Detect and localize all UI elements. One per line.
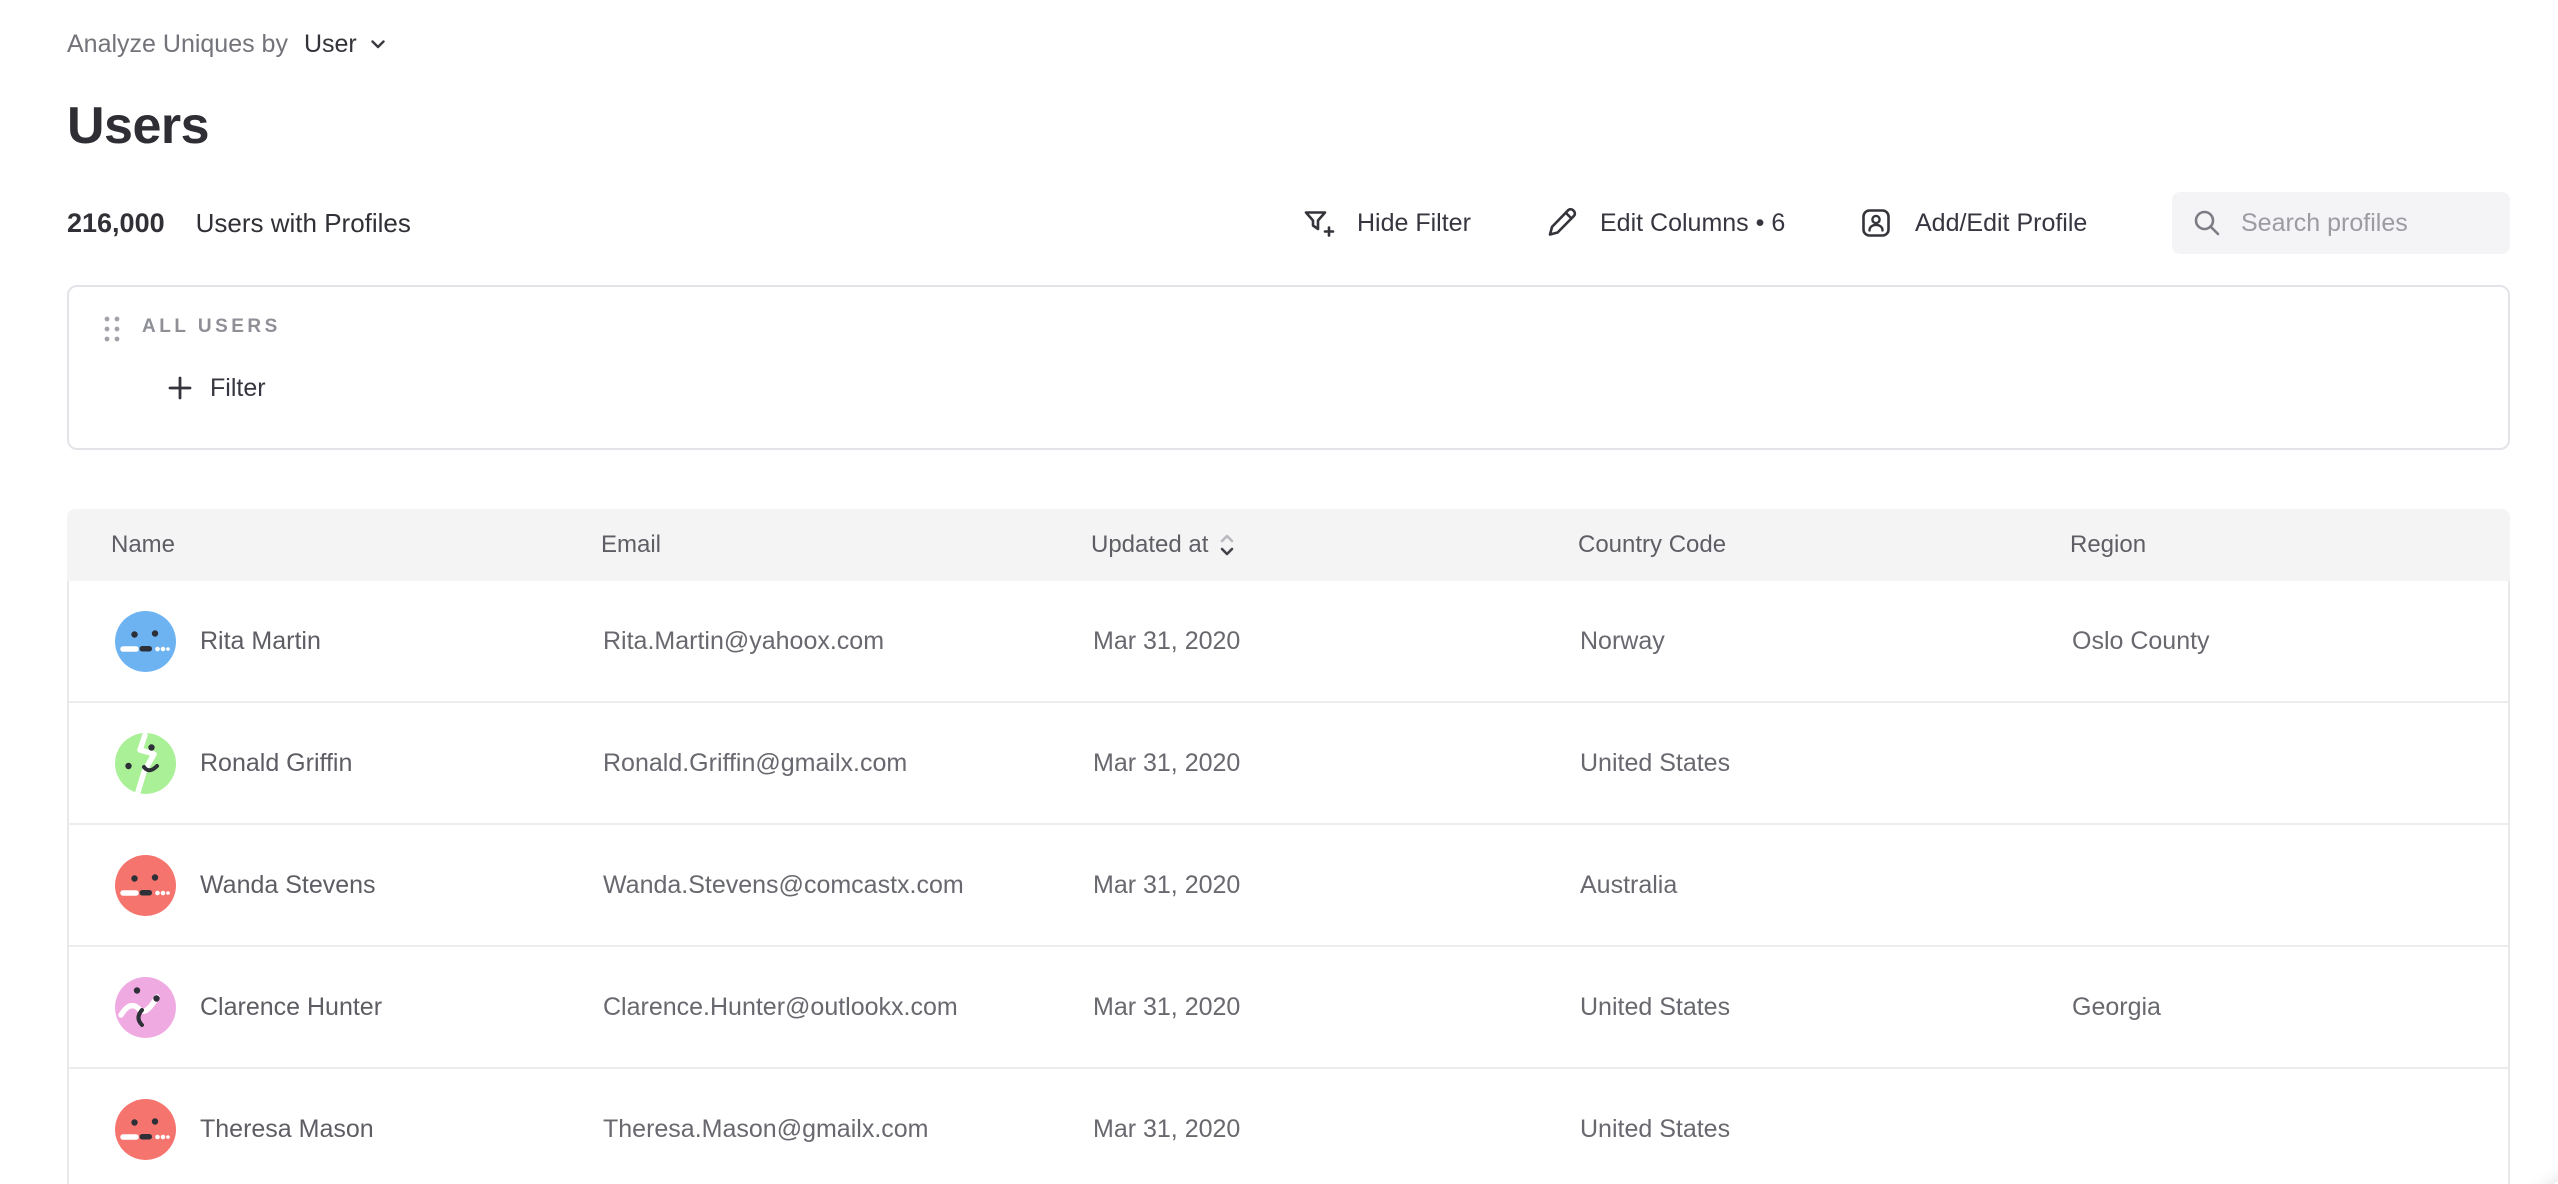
user-updated-at: Mar 31, 2020 bbox=[1049, 749, 1536, 778]
edit-columns-label: Edit Columns • 6 bbox=[1600, 209, 1785, 238]
add-filter-button[interactable]: Filter bbox=[165, 373, 266, 403]
avatar bbox=[115, 855, 176, 916]
add-edit-profile-label: Add/Edit Profile bbox=[1915, 209, 2087, 238]
analyze-by-dropdown[interactable]: User bbox=[304, 30, 389, 58]
magnifier-icon bbox=[2190, 206, 2224, 240]
hide-filter-label: Hide Filter bbox=[1357, 209, 1471, 238]
user-country: United States bbox=[1536, 749, 2028, 778]
hide-filter-button[interactable]: Hide Filter bbox=[1300, 192, 1471, 254]
user-email: Theresa.Mason@gmailx.com bbox=[559, 1115, 1049, 1144]
user-name: Rita Martin bbox=[200, 627, 321, 656]
sort-chevrons-icon bbox=[1218, 532, 1236, 558]
all-users-group-label: ALL USERS bbox=[142, 316, 281, 338]
user-updated-at: Mar 31, 2020 bbox=[1049, 627, 1536, 656]
analyze-uniques-label: Analyze Uniques by bbox=[67, 30, 288, 58]
filter-panel: ALL USERS Filter bbox=[67, 285, 2510, 450]
user-email: Ronald.Griffin@gmailx.com bbox=[559, 749, 1049, 778]
table-body: Rita Martin Rita.Martin@yahoox.com Mar 3… bbox=[67, 581, 2510, 1184]
user-region: Oslo County bbox=[2028, 627, 2508, 656]
table-header: Name Email Updated at Country Code Regio… bbox=[67, 509, 2510, 581]
profile-count-group: 216,000 Users with Profiles bbox=[67, 192, 411, 254]
pencil-icon bbox=[1543, 205, 1579, 241]
chevron-down-icon bbox=[357, 33, 389, 55]
user-name: Clarence Hunter bbox=[200, 993, 382, 1022]
user-country: Australia bbox=[1536, 871, 2028, 900]
table-row[interactable]: Wanda Stevens Wanda.Stevens@comcastx.com… bbox=[69, 825, 2508, 947]
avatar bbox=[115, 611, 176, 672]
table-row[interactable]: Ronald Griffin Ronald.Griffin@gmailx.com… bbox=[69, 703, 2508, 825]
user-region: Georgia bbox=[2028, 993, 2508, 1022]
profile-count: 216,000 bbox=[67, 208, 165, 239]
table-row[interactable]: Rita Martin Rita.Martin@yahoox.com Mar 3… bbox=[69, 581, 2508, 703]
avatar bbox=[115, 733, 176, 794]
table-row[interactable]: Theresa Mason Theresa.Mason@gmailx.com M… bbox=[69, 1069, 2508, 1184]
add-edit-profile-button[interactable]: Add/Edit Profile bbox=[1858, 192, 2087, 254]
funnel-plus-icon bbox=[1300, 205, 1336, 241]
edit-columns-button[interactable]: Edit Columns • 6 bbox=[1543, 192, 1785, 254]
profile-card-icon bbox=[1858, 205, 1894, 241]
column-header-updated-at[interactable]: Updated at bbox=[1047, 531, 1534, 559]
user-name: Theresa Mason bbox=[200, 1115, 374, 1144]
add-filter-label: Filter bbox=[210, 374, 266, 403]
column-header-email[interactable]: Email bbox=[557, 531, 1047, 559]
profile-count-label: Users with Profiles bbox=[196, 208, 411, 239]
users-table: Name Email Updated at Country Code Regio… bbox=[67, 509, 2510, 1184]
column-header-country-code[interactable]: Country Code bbox=[1534, 531, 2026, 559]
plus-icon bbox=[165, 373, 195, 403]
avatar bbox=[115, 1099, 176, 1160]
search-profiles-input[interactable] bbox=[2241, 209, 2492, 238]
analyze-by-value: User bbox=[304, 30, 357, 58]
user-country: United States bbox=[1536, 993, 2028, 1022]
user-updated-at: Mar 31, 2020 bbox=[1049, 1115, 1536, 1144]
users-page: Analyze Uniques by User Users 216,000 Us… bbox=[0, 30, 2558, 1184]
user-email: Wanda.Stevens@comcastx.com bbox=[559, 871, 1049, 900]
toolbar-row: 216,000 Users with Profiles Hide Filter … bbox=[67, 192, 2510, 254]
chat-fab[interactable] bbox=[2515, 1170, 2558, 1184]
analyze-uniques-row: Analyze Uniques by User bbox=[67, 30, 2558, 58]
column-header-name[interactable]: Name bbox=[67, 531, 557, 559]
user-country: Norway bbox=[1536, 627, 2028, 656]
page-title: Users bbox=[67, 96, 2558, 156]
column-header-region[interactable]: Region bbox=[2026, 531, 2510, 559]
user-email: Rita.Martin@yahoox.com bbox=[559, 627, 1049, 656]
user-updated-at: Mar 31, 2020 bbox=[1049, 871, 1536, 900]
user-country: United States bbox=[1536, 1115, 2028, 1144]
user-updated-at: Mar 31, 2020 bbox=[1049, 993, 1536, 1022]
drag-handle-icon[interactable] bbox=[102, 314, 122, 349]
search-profiles-box[interactable] bbox=[2172, 192, 2510, 254]
user-name: Ronald Griffin bbox=[200, 749, 352, 778]
user-email: Clarence.Hunter@outlookx.com bbox=[559, 993, 1049, 1022]
user-name: Wanda Stevens bbox=[200, 871, 376, 900]
table-row[interactable]: Clarence Hunter Clarence.Hunter@outlookx… bbox=[69, 947, 2508, 1069]
avatar bbox=[115, 977, 176, 1038]
